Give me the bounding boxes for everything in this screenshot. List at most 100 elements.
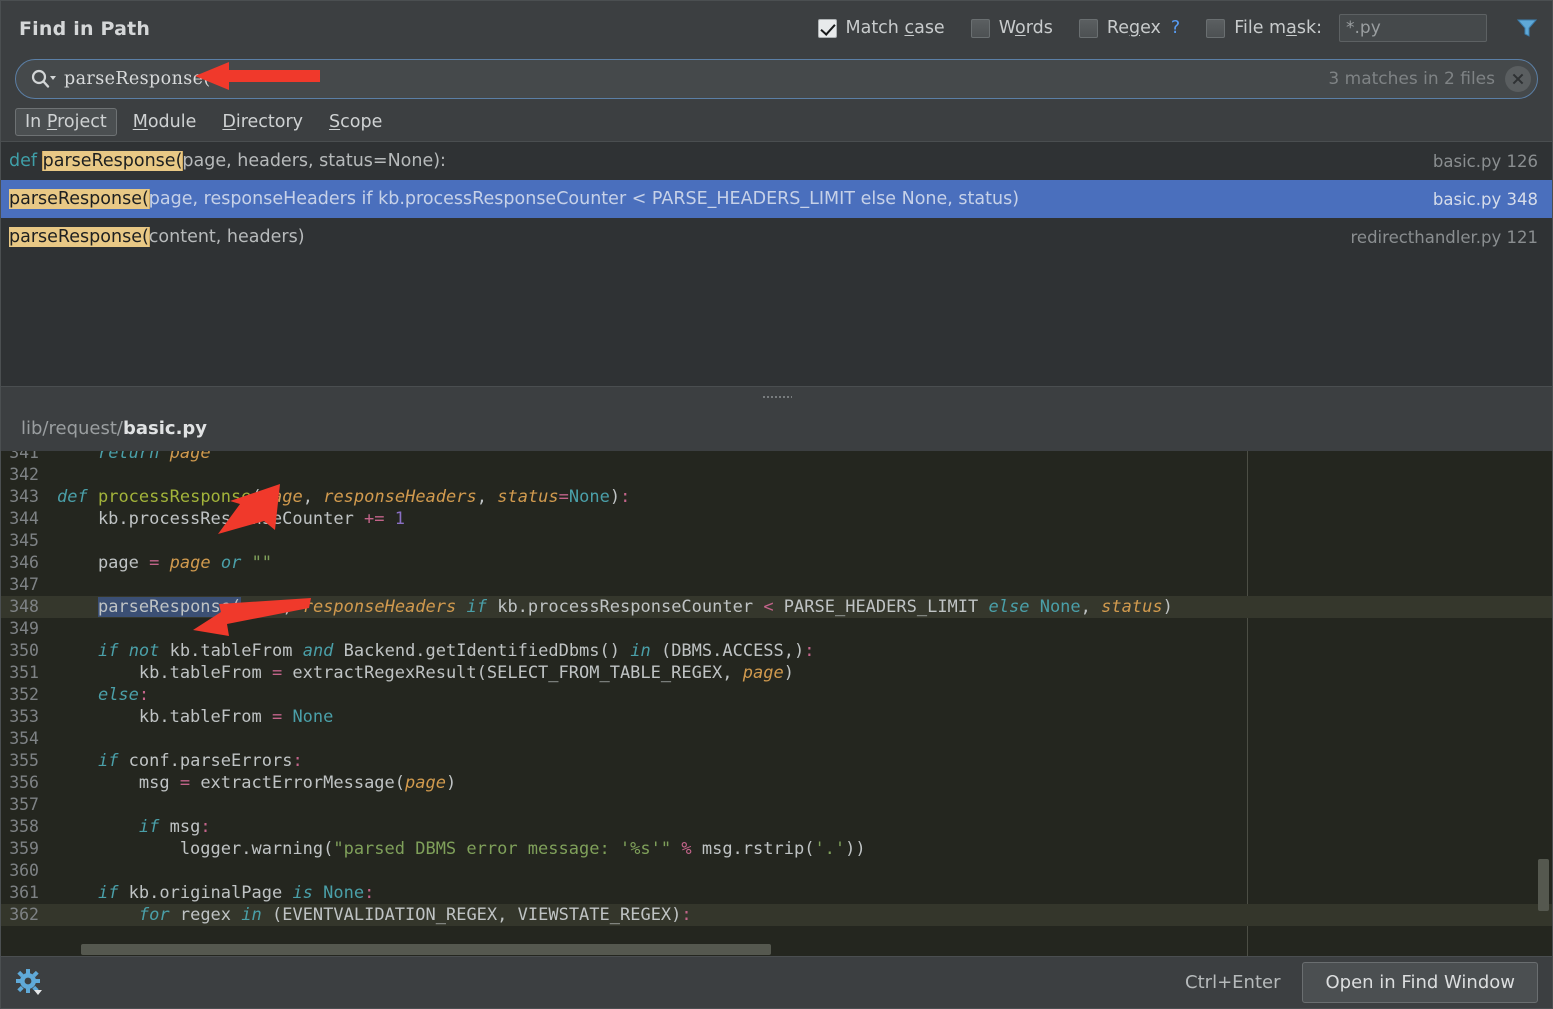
result-file: basic.py 348 [1432, 189, 1538, 209]
result-file: redirecthandler.py 121 [1350, 227, 1538, 247]
code-line: 345 [1, 530, 1552, 552]
match-highlight: parseResponse( [42, 151, 183, 171]
code-text: msg = extractErrorMessage(page) [57, 773, 457, 793]
code-text: page = page or "" [57, 553, 273, 573]
code-text: logger.warning("parsed DBMS error messag… [57, 839, 866, 859]
scope-tab-in-project[interactable]: In Project [15, 108, 117, 136]
result-text: def parseResponse(page, headers, status=… [9, 151, 446, 171]
result-file: basic.py 126 [1432, 151, 1538, 171]
code-line: 351 kb.tableFrom = extractRegexResult(SE… [9, 663, 794, 683]
code-line: 353 kb.tableFrom = None [9, 707, 334, 727]
search-icon[interactable] [30, 68, 56, 90]
file-mask-input[interactable]: *.py [1339, 14, 1487, 42]
search-input[interactable]: parseResponse( [56, 69, 1328, 89]
code-line: 360 [1, 860, 1552, 882]
footer-bar: Ctrl+Enter Open in Find Window [1, 956, 1552, 1008]
code-preview[interactable]: 341 return page 342 343 def processRespon… [1, 451, 1552, 956]
scope-tab-directory[interactable]: Directory [212, 108, 313, 136]
search-options: Match case Words Regex ? File mask: *.py [805, 14, 1541, 42]
code-text: for regex in (EVENTVALIDATION_REGEX, VIE… [138, 905, 692, 925]
horizontal-scrollbar[interactable] [81, 944, 771, 955]
code-line: 358 if msg: [9, 817, 211, 837]
words-option[interactable]: Words [958, 18, 1066, 38]
regex-label: Regex [1106, 18, 1161, 38]
code-text: def processResponse(page, responseHeader… [57, 487, 631, 507]
regex-help-link[interactable]: ? [1171, 18, 1180, 38]
breadcrumb-path: lib/request/ [21, 418, 123, 439]
match-highlight: parseResponse( [9, 189, 149, 209]
search-field-container: parseResponse( 3 matches in 2 files [1, 59, 1552, 103]
code-line: 344 kb.processResponseCounter += 1 [9, 509, 406, 529]
regex-option[interactable]: Regex ? [1066, 18, 1193, 38]
match-case-option[interactable]: Match case [805, 18, 958, 38]
code-line: 359 logger.warning("parsed DBMS error me… [9, 839, 866, 859]
code-text: else: [97, 685, 150, 705]
code-text: parseResponse(page, responseHeaders if k… [97, 597, 1173, 617]
code-line: 349 [1, 618, 1552, 640]
code-line: 347 [1, 574, 1552, 596]
open-in-find-window-button[interactable]: Open in Find Window [1302, 962, 1538, 1003]
code-text: return page [97, 451, 211, 463]
code-text: kb.tableFrom = None [57, 707, 334, 727]
file-mask-label: File mask: [1234, 18, 1322, 38]
match-case-checkbox[interactable] [817, 18, 837, 38]
page-title: Find in Path [19, 18, 151, 40]
result-text: parseResponse(content, headers) [9, 227, 305, 247]
header-bar: Find in Path Match case Words Regex ? Fi… [1, 1, 1552, 59]
code-line: 341 return page [1, 451, 1552, 464]
code-line: 343 def processResponse(page, responseHea… [9, 487, 631, 507]
table-row[interactable]: def parseResponse(page, headers, status=… [1, 142, 1552, 180]
code-text: if kb.originalPage is None: [97, 883, 375, 903]
code-line: 354 [1, 728, 1552, 750]
breadcrumb: lib/request/basic.py [1, 406, 1552, 451]
file-mask-option[interactable]: File mask: *.py [1193, 14, 1500, 42]
code-line-highlighted: 348 parseResponse(page, responseHeaders … [1, 596, 1552, 618]
vertical-scrollbar[interactable] [1538, 859, 1549, 911]
find-in-path-window: Find in Path Match case Words Regex ? Fi… [0, 0, 1553, 1009]
scope-tabs: In Project Module Directory Scope [1, 103, 1552, 141]
table-row[interactable]: parseResponse(content, headers) redirect… [1, 218, 1552, 256]
gear-icon[interactable] [15, 968, 45, 998]
code-line: 355 if conf.parseErrors: [9, 751, 303, 771]
results-list[interactable]: def parseResponse(page, headers, status=… [1, 141, 1552, 386]
code-line: 346 page = page or "" [9, 553, 273, 573]
code-lines: 341 return page 342 343 def processRespon… [1, 451, 1552, 926]
code-text: if msg: [138, 817, 211, 837]
result-text: parseResponse(page, responseHeaders if k… [9, 189, 1020, 209]
code-text: kb.tableFrom = extractRegexResult(SELECT… [57, 663, 794, 683]
file-mask-checkbox[interactable] [1206, 18, 1226, 38]
code-line: 352 else: [9, 685, 150, 705]
code-text: kb.processResponseCounter += 1 [57, 509, 406, 529]
close-icon[interactable] [1505, 66, 1531, 92]
panel-splitter[interactable] [1, 386, 1552, 406]
regex-checkbox[interactable] [1078, 18, 1098, 38]
words-label: Words [998, 18, 1053, 38]
code-line: 350 if not kb.tableFrom and Backend.getI… [9, 641, 815, 661]
words-checkbox[interactable] [970, 18, 990, 38]
shortcut-hint: Ctrl+Enter [1185, 972, 1281, 993]
code-line: 362 for regex in (EVENTVALIDATION_REGEX,… [1, 904, 1552, 926]
code-text: if conf.parseErrors: [97, 751, 303, 771]
filter-funnel-icon[interactable] [1514, 15, 1540, 41]
splitter-grip-icon[interactable] [761, 394, 792, 399]
table-row[interactable]: parseResponse(page, responseHeaders if k… [1, 180, 1552, 218]
match-count-label: 3 matches in 2 files [1328, 69, 1495, 89]
scope-tab-scope[interactable]: Scope [319, 108, 392, 136]
breadcrumb-file: basic.py [122, 418, 208, 439]
search-field[interactable]: parseResponse( 3 matches in 2 files [15, 59, 1538, 99]
code-text: if not kb.tableFrom and Backend.getIdent… [97, 641, 815, 661]
code-line: 361 if kb.originalPage is None: [9, 883, 375, 903]
code-line: 342 [1, 464, 1552, 486]
match-case-label: Match case [845, 18, 945, 38]
code-line: 356 msg = extractErrorMessage(page) [9, 773, 457, 793]
match-highlight: parseResponse( [9, 227, 149, 247]
code-line: 357 [1, 794, 1552, 816]
scope-tab-module[interactable]: Module [123, 108, 207, 136]
